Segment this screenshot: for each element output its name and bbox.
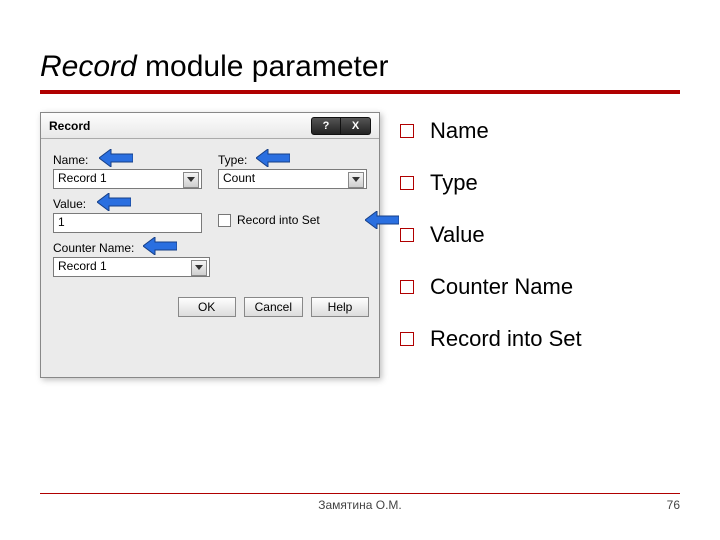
square-bullet-icon (400, 176, 414, 190)
list-item: Type (400, 170, 680, 196)
list-item: Counter Name (400, 274, 680, 300)
bullet-text: Record into Set (430, 326, 582, 352)
square-bullet-icon (400, 280, 414, 294)
checkbox-icon (218, 214, 231, 227)
type-label: Type: (218, 153, 367, 167)
list-item: Value (400, 222, 680, 248)
value-value: 1 (58, 215, 65, 229)
title-underline (40, 90, 680, 94)
record-into-set-label: Record into Set (237, 213, 320, 227)
chevron-down-icon (195, 265, 203, 270)
dialog-button-row: OK Cancel Help (41, 289, 379, 327)
list-item: Name (400, 118, 680, 144)
dialog-title: Record (49, 119, 90, 133)
name-combo[interactable]: Record 1 (53, 169, 202, 189)
bullet-text: Counter Name (430, 274, 573, 300)
window-help-button[interactable]: ? (311, 117, 341, 135)
square-bullet-icon (400, 228, 414, 242)
bullet-list: Name Type Value Counter Name Record into… (400, 112, 680, 378)
dialog-titlebar: Record ? X (41, 113, 379, 139)
title-italic: Record (40, 50, 137, 83)
record-into-set-checkbox[interactable]: Record into Set (218, 213, 367, 227)
help-button[interactable]: Help (311, 297, 369, 317)
bullet-text: Name (430, 118, 489, 144)
bullet-text: Type (430, 170, 478, 196)
window-buttons: ? X (311, 117, 371, 135)
value-label: Value: (53, 197, 202, 211)
square-bullet-icon (400, 124, 414, 138)
title-rest: module parameter (137, 50, 389, 83)
slide-footer: Замятина О.М. 76 (40, 493, 680, 512)
counter-combo[interactable]: Record 1 (53, 257, 210, 277)
square-bullet-icon (400, 332, 414, 346)
name-value: Record 1 (58, 171, 107, 185)
footer-line (40, 493, 680, 494)
type-value: Count (223, 171, 255, 185)
arrow-record-into-set-icon (365, 211, 399, 229)
value-input[interactable]: 1 (53, 213, 202, 233)
chevron-down-icon (187, 177, 195, 182)
counter-label: Counter Name: (53, 241, 210, 255)
bullet-text: Value (430, 222, 485, 248)
type-combo[interactable]: Count (218, 169, 367, 189)
record-dialog: Record ? X Name: Record 1 (40, 112, 380, 378)
footer-author: Замятина О.М. (40, 498, 680, 512)
chevron-down-icon (352, 177, 360, 182)
list-item: Record into Set (400, 326, 680, 352)
name-label: Name: (53, 153, 202, 167)
counter-value: Record 1 (58, 259, 107, 273)
window-close-button[interactable]: X (341, 117, 371, 135)
slide-title: Record module parameter (40, 50, 680, 84)
ok-button[interactable]: OK (178, 297, 236, 317)
cancel-button[interactable]: Cancel (244, 297, 303, 317)
